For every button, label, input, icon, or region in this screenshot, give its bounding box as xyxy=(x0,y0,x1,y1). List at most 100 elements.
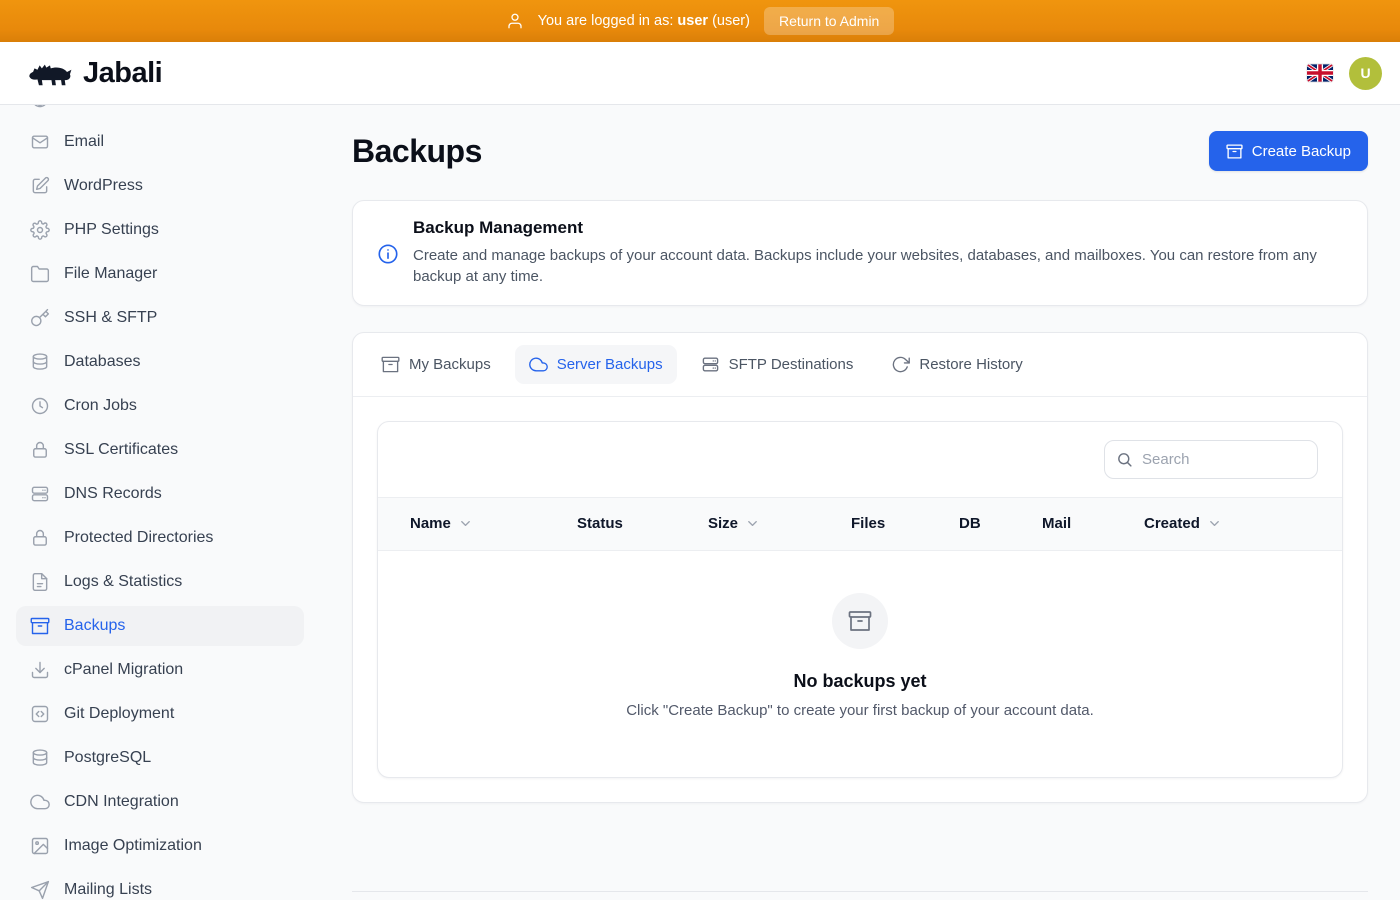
app-header: Jabali U xyxy=(0,42,1400,105)
mail-icon xyxy=(30,132,50,152)
tab-label: SFTP Destinations xyxy=(729,356,854,373)
lock-icon xyxy=(30,528,50,548)
sidebar-item[interactable]: Image Optimization xyxy=(16,826,304,866)
tab-label: Server Backups xyxy=(557,356,663,373)
empty-state-title: No backups yet xyxy=(398,671,1322,692)
sidebar-item-label: Protected Directories xyxy=(64,529,213,547)
search-box xyxy=(1104,440,1318,479)
tab[interactable]: Server Backups xyxy=(515,345,677,384)
sidebar-item[interactable]: Backups xyxy=(16,606,304,646)
sidebar-item[interactable]: File Manager xyxy=(16,254,304,294)
chevron-down-icon xyxy=(1207,516,1222,531)
impersonation-message: You are logged in as: user (user) xyxy=(538,13,750,29)
sidebar-item[interactable]: Cron Jobs xyxy=(16,386,304,426)
table-column-header[interactable]: Name xyxy=(410,515,577,532)
user-avatar[interactable]: U xyxy=(1349,57,1382,90)
column-label: Mail xyxy=(1042,515,1071,532)
cloud-icon xyxy=(529,355,548,374)
sidebar-item-label: WordPress xyxy=(64,177,143,195)
column-label: DB xyxy=(959,515,981,532)
sidebar-item[interactable]: SSH & SFTP xyxy=(16,298,304,338)
chevron-down-icon xyxy=(745,516,760,531)
return-to-admin-button[interactable]: Return to Admin xyxy=(764,7,894,35)
empty-state: No backups yet Click "Create Backup" to … xyxy=(378,551,1342,777)
boar-logo-icon xyxy=(26,58,74,89)
table-column-header[interactable]: Size xyxy=(708,515,851,532)
info-card-description: Create and manage backups of your accoun… xyxy=(413,245,1337,288)
tab[interactable]: SFTP Destinations xyxy=(687,345,868,384)
sidebar-item-label: Backups xyxy=(64,617,125,635)
database-icon xyxy=(30,748,50,768)
image-icon xyxy=(30,836,50,856)
column-label: Size xyxy=(708,515,738,532)
tab[interactable]: Restore History xyxy=(877,345,1036,384)
sidebar-item-label: DNS Records xyxy=(64,485,162,503)
sidebar-item[interactable]: WordPress xyxy=(16,166,304,206)
table-header-row: Name Status Size xyxy=(378,497,1342,551)
create-backup-button[interactable]: Create Backup xyxy=(1209,131,1368,171)
column-label: Status xyxy=(577,515,623,532)
page-title: Backups xyxy=(352,133,482,170)
cloud-icon xyxy=(30,792,50,812)
server-icon xyxy=(30,484,50,504)
edit-icon xyxy=(30,176,50,196)
brand-logo[interactable]: Jabali xyxy=(26,57,162,90)
archive-icon xyxy=(381,355,400,374)
tab-label: My Backups xyxy=(409,356,491,373)
main-content: Backups Create Backup Backup Management … xyxy=(320,105,1400,900)
sidebar-item[interactable]: Protected Directories xyxy=(16,518,304,558)
sidebar-item[interactable]: PHP Settings xyxy=(16,210,304,250)
globe-icon xyxy=(30,105,50,109)
sidebar-item[interactable]: Databases xyxy=(16,342,304,382)
sidebar-item-label: PHP Settings xyxy=(64,221,159,239)
folder-icon xyxy=(30,264,50,284)
sidebar-item-label: Cron Jobs xyxy=(64,397,137,415)
sidebar-item[interactable]: Mailing Lists xyxy=(16,870,304,900)
table-column-header[interactable]: Mail xyxy=(1042,515,1144,532)
sidebar-nav: Email WordPress PHP Settings File Manage… xyxy=(0,105,320,900)
info-icon xyxy=(377,243,399,288)
sidebar-item[interactable]: PostgreSQL xyxy=(16,738,304,778)
table-column-header[interactable]: DB xyxy=(959,515,1042,532)
clock-icon xyxy=(30,396,50,416)
info-card-title: Backup Management xyxy=(413,218,1337,238)
sidebar-item[interactable]: CDN Integration xyxy=(16,782,304,822)
sidebar-item[interactable]: Git Deployment xyxy=(16,694,304,734)
sidebar-item-label: File Manager xyxy=(64,265,157,283)
server-icon xyxy=(701,355,720,374)
send-icon xyxy=(30,880,50,900)
backup-tabs: My Backups Server Backups SFTP Destinati… xyxy=(353,333,1367,397)
sidebar-item-label: SSH & SFTP xyxy=(64,309,157,327)
sidebar-item-label: PostgreSQL xyxy=(64,749,151,767)
search-input[interactable] xyxy=(1104,440,1318,479)
sidebar-item[interactable]: SSL Certificates xyxy=(16,430,304,470)
sidebar-item-label: Git Deployment xyxy=(64,705,174,723)
tab-label: Restore History xyxy=(919,356,1022,373)
archive-icon xyxy=(30,616,50,636)
sidebar-item[interactable]: Email xyxy=(16,122,304,162)
table-column-header[interactable]: Created xyxy=(1144,515,1342,532)
tab[interactable]: My Backups xyxy=(367,345,505,384)
impersonated-username: user xyxy=(677,13,708,29)
key-icon xyxy=(30,308,50,328)
search-icon xyxy=(1116,451,1133,468)
backups-table-card: Name Status Size xyxy=(377,421,1343,778)
page-footer: Jabali Panel GitHub · © 2026 Jabali v0.9… xyxy=(352,891,1368,900)
sidebar-item-partial xyxy=(16,105,304,122)
language-flag-icon[interactable] xyxy=(1307,64,1333,82)
sidebar-item[interactable]: cPanel Migration xyxy=(16,650,304,690)
sidebar-item-label: cPanel Migration xyxy=(64,661,183,679)
sidebar-items: Email WordPress PHP Settings File Manage… xyxy=(16,122,304,900)
sidebar-item-label: Email xyxy=(64,133,104,151)
sidebar-item[interactable]: DNS Records xyxy=(16,474,304,514)
database-icon xyxy=(30,352,50,372)
table-column-header[interactable]: Status xyxy=(577,515,708,532)
lock-icon xyxy=(30,440,50,460)
sidebar-item[interactable]: Logs & Statistics xyxy=(16,562,304,602)
sidebar-item-label: SSL Certificates xyxy=(64,441,178,459)
gear-icon xyxy=(30,220,50,240)
column-label: Created xyxy=(1144,515,1200,532)
impersonation-banner: You are logged in as: user (user) Return… xyxy=(0,0,1400,42)
table-column-header[interactable]: Files xyxy=(851,515,959,532)
empty-state-message: Click "Create Backup" to create your fir… xyxy=(398,702,1322,719)
